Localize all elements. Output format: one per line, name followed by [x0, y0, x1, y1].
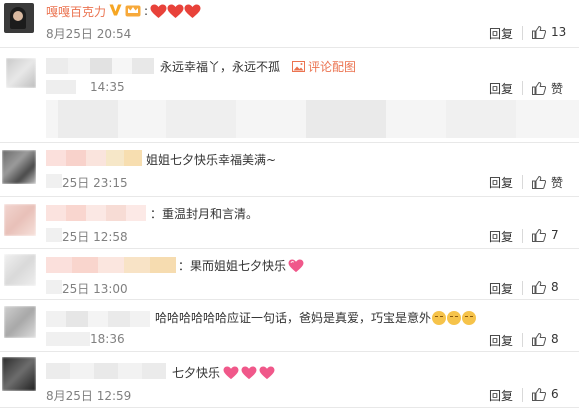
commenter-avatar[interactable]: [4, 306, 36, 338]
image-link-label: 评论配图: [308, 60, 357, 74]
thumbs-up-icon: [532, 25, 546, 39]
comment-content: ：果而姐姐七夕快乐: [178, 257, 304, 274]
divider: [522, 81, 523, 95]
divider: [0, 351, 579, 352]
username-blur-small: [46, 174, 62, 188]
heart-icon: [167, 4, 184, 18]
reply-button[interactable]: 回复: [489, 80, 513, 97]
divider: [0, 299, 579, 300]
commenter-avatar[interactable]: [4, 204, 36, 236]
heart-icon: [150, 4, 167, 18]
username-blur-small: [46, 332, 90, 346]
divider: [0, 47, 579, 48]
post-timestamp: 8月25日 20:54: [46, 27, 132, 41]
commenter-username-blurred[interactable]: [46, 205, 146, 221]
username-blur-small: [46, 280, 62, 294]
commenter-username-blurred[interactable]: [46, 150, 142, 166]
thumbs-up-icon: [532, 82, 546, 95]
heart-icon: [184, 4, 201, 18]
divider: [522, 333, 523, 347]
divider: [522, 281, 523, 295]
comment-content: 哈哈哈哈哈哈应证一句话，爸妈是真爱，巧宝是意外: [155, 309, 477, 326]
thumbs-up-icon: [532, 387, 546, 401]
comment-text: ：果而姐姐七夕快乐: [178, 259, 287, 273]
username-blur-small: [46, 80, 76, 94]
comment-timestamp: 14:35: [90, 80, 125, 94]
laughing-emoji-icon: [432, 310, 447, 325]
like-button[interactable]: 赞: [532, 174, 563, 191]
blurred-reply-area: [46, 100, 579, 138]
comment-timestamp: 25日 23:15: [62, 176, 128, 190]
author-header: 嘎嘎百克力 :: [46, 2, 201, 20]
comment-image-link[interactable]: 评论配图: [292, 58, 356, 75]
author-avatar[interactable]: [4, 3, 34, 33]
comment-timestamp: 8月25日 12:59: [46, 389, 132, 403]
picture-icon: [292, 61, 305, 72]
commenter-username-blurred[interactable]: [46, 363, 166, 379]
comment-text: 姐姐七夕快乐幸福美满~: [146, 153, 277, 167]
reply-button[interactable]: 回复: [489, 280, 513, 297]
commenter-username-blurred[interactable]: [46, 311, 150, 327]
like-button[interactable]: 13: [532, 25, 566, 39]
verified-icon: [109, 4, 122, 19]
like-button[interactable]: 8: [532, 280, 559, 294]
commenter-avatar[interactable]: [2, 357, 36, 391]
comment-timestamp: 25日 12:58: [62, 230, 128, 244]
thumbs-up-icon: [532, 280, 546, 294]
like-count: 6: [551, 387, 559, 401]
divider: [522, 175, 523, 189]
comment-content: 七夕快乐: [172, 364, 275, 381]
commenter-username-blurred[interactable]: [46, 257, 176, 273]
reply-button[interactable]: 回复: [489, 387, 513, 404]
divider: [0, 407, 579, 408]
divider: [0, 142, 579, 143]
commenter-avatar[interactable]: [2, 150, 36, 184]
reply-button[interactable]: 回复: [489, 332, 513, 349]
comment-text: 哈哈哈哈哈哈应证一句话，爸妈是真爱，巧宝是意外: [155, 311, 432, 325]
divider: [522, 388, 523, 402]
reply-button[interactable]: 回复: [489, 25, 513, 42]
laughing-emoji-icon: [462, 310, 477, 325]
comment-text: 七夕快乐: [172, 366, 221, 380]
crown-badge-icon: [125, 3, 141, 20]
commenter-username-blurred[interactable]: [46, 58, 154, 74]
like-button[interactable]: 8: [532, 332, 559, 346]
like-count: 8: [551, 332, 559, 346]
commenter-avatar[interactable]: [4, 254, 36, 286]
comment-timestamp: 18:36: [90, 332, 125, 346]
comment-text: ：重温封月和言清。: [150, 207, 259, 221]
like-count: 7: [551, 228, 559, 242]
reply-button[interactable]: 回复: [489, 228, 513, 245]
like-count: 8: [551, 280, 559, 294]
like-count: 赞: [551, 176, 564, 190]
divider: [0, 248, 579, 249]
like-count: 13: [551, 25, 567, 39]
username-blur-small: [46, 228, 62, 242]
author-username[interactable]: 嘎嘎百克力: [46, 3, 106, 20]
heart-icon: [288, 258, 304, 272]
thumbs-up-icon: [532, 332, 546, 346]
heart-icon: [241, 365, 257, 379]
divider: [0, 196, 579, 197]
reply-button[interactable]: 回复: [489, 174, 513, 191]
header-colon: :: [144, 4, 149, 18]
divider: [522, 26, 523, 40]
thumbs-up-icon: [532, 228, 546, 242]
comment-text: 永远幸福丫，永远不孤: [160, 60, 281, 74]
thumbs-up-icon: [532, 176, 546, 189]
like-count: 赞: [551, 82, 564, 96]
hearts-emoji-group: [150, 4, 201, 19]
commenter-avatar[interactable]: [6, 58, 36, 88]
heart-icon: [223, 365, 239, 379]
like-button[interactable]: 6: [532, 387, 559, 401]
like-button[interactable]: 7: [532, 228, 559, 242]
comment-timestamp: 25日 13:00: [62, 282, 128, 296]
laughing-emoji-icon: [447, 310, 462, 325]
heart-icon: [259, 365, 275, 379]
divider: [522, 229, 523, 243]
like-button[interactable]: 赞: [532, 80, 563, 97]
